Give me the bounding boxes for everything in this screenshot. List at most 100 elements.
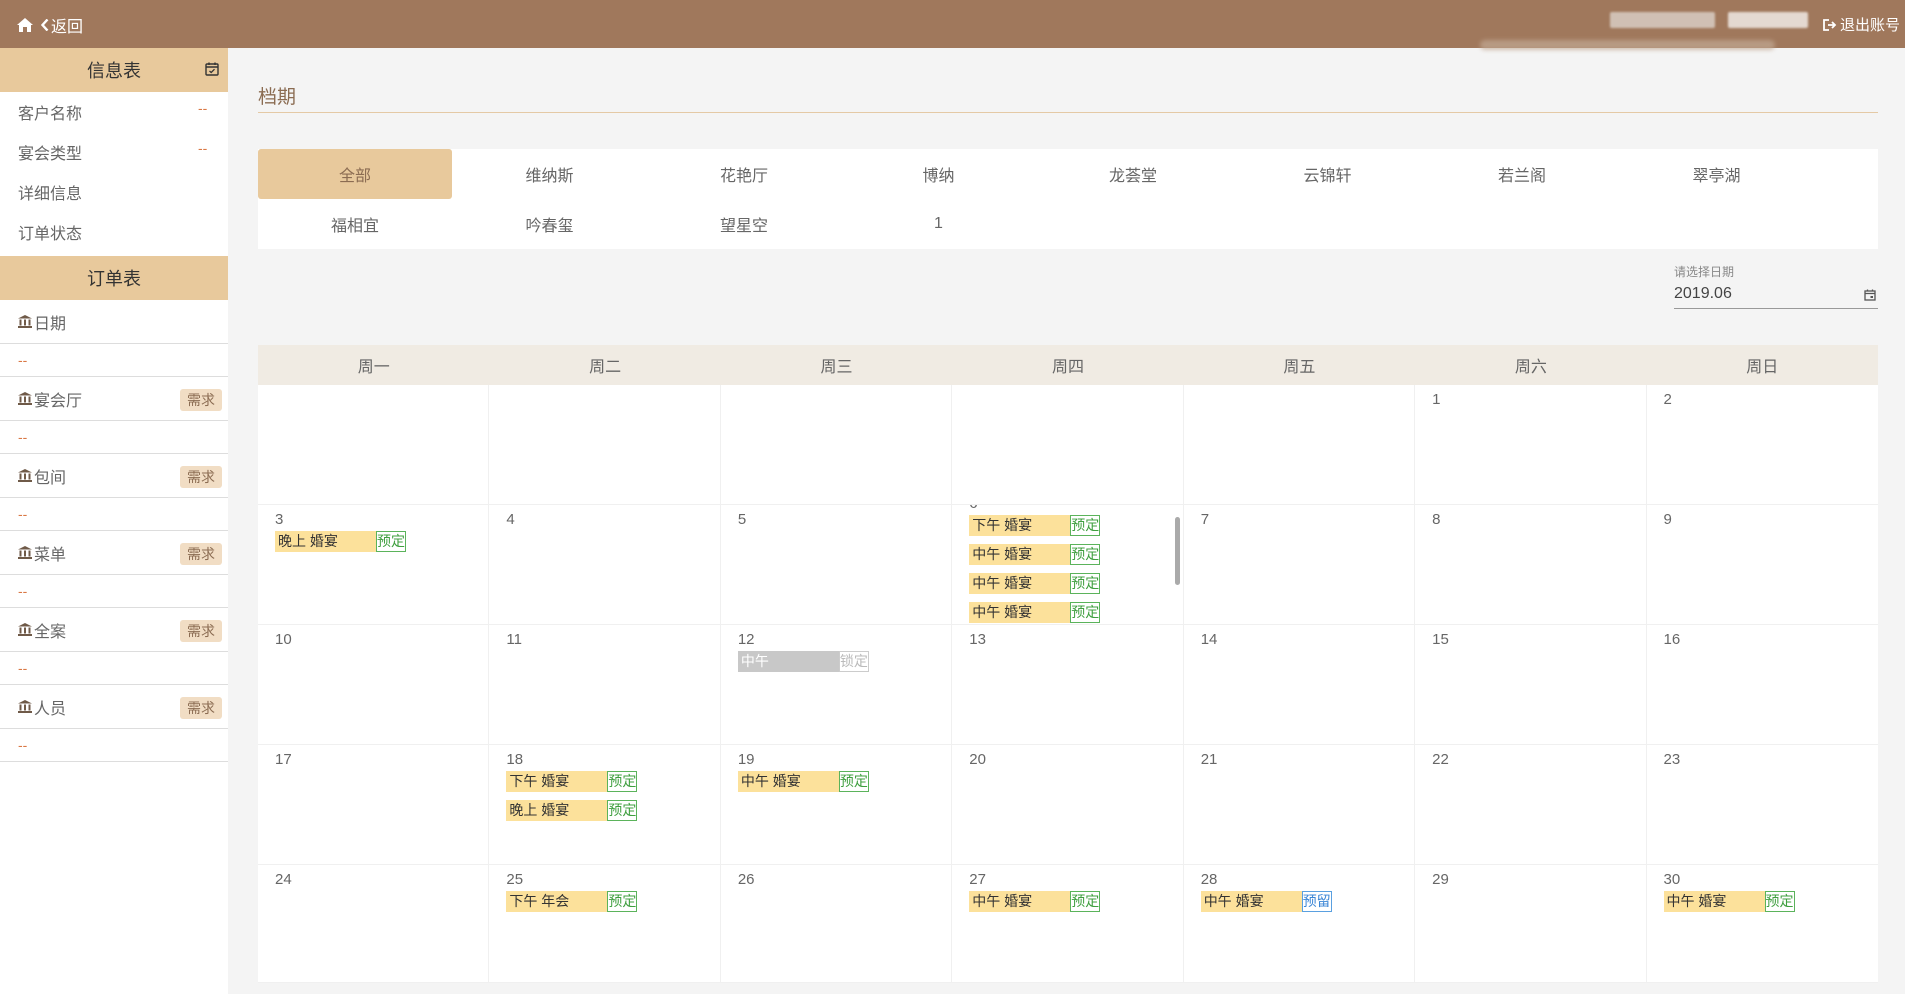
logout-button[interactable]: 退出账号 [1823, 14, 1900, 35]
calendar-day[interactable]: 10 [258, 625, 490, 745]
order-item[interactable]: 菜单 需求 [0, 531, 228, 575]
hall-filter-item[interactable]: 1 [842, 199, 1036, 249]
calendar-icon[interactable] [205, 62, 219, 76]
weekday-label: 周二 [589, 359, 622, 376]
logout-label[interactable]: 退出账号 [1840, 14, 1900, 35]
calendar-day[interactable] [952, 385, 1184, 505]
calendar-day[interactable]: 4 [489, 505, 721, 625]
calendar-day[interactable]: 1 [1415, 385, 1647, 505]
order-item[interactable]: 日期 [0, 300, 228, 344]
hall-filter-item[interactable]: 龙荟堂 [1036, 149, 1230, 199]
calendar-day[interactable]: 3 晚上 婚宴 预定 [258, 505, 490, 625]
calendar-day[interactable]: 29 [1415, 865, 1647, 983]
booking-status-tag[interactable]: 预定 [607, 800, 638, 821]
calendar-day[interactable]: 24 [258, 865, 490, 983]
hall-filter-item[interactable]: 福相宜 [258, 199, 452, 249]
calendar-day[interactable] [720, 385, 953, 505]
back-label[interactable]: 返回 [51, 13, 83, 37]
back-link[interactable]: 返回 [17, 13, 83, 37]
hall-filter-item[interactable]: 吟春玺 [453, 199, 647, 249]
hall-filter-item[interactable]: 维纳斯 [453, 149, 647, 199]
calendar-day[interactable]: 27 中午 婚宴 预定 [952, 865, 1184, 983]
booking-event[interactable]: 下午 婚宴 预定 [969, 515, 1101, 536]
day-number: 18 [506, 751, 524, 768]
info-item-customer-name[interactable]: 客户名称 -- [0, 92, 228, 132]
booking-event[interactable]: 中午 婚宴 预定 [1663, 891, 1795, 912]
calendar-day[interactable]: 26 [720, 865, 953, 983]
booking-status-tag[interactable]: 预定 [607, 891, 638, 912]
booking-event[interactable]: 中午 婚宴 预定 [969, 602, 1101, 623]
booking-status-tag[interactable]: 预定 [1764, 891, 1795, 912]
hall-filter-item[interactable]: 若兰阁 [1425, 149, 1619, 199]
requirement-badge[interactable]: 需求 [180, 543, 222, 565]
booking-event[interactable]: 中午 婚宴 预定 [969, 544, 1101, 565]
calendar-day[interactable]: 9 [1646, 505, 1878, 625]
date-picker[interactable]: 请选择日期 2019.06 [1674, 263, 1878, 309]
booking-status-tag[interactable]: 预定 [838, 771, 869, 792]
calendar-day[interactable]: 17 [258, 745, 490, 865]
booking-event[interactable]: 中午 婚宴 预定 [969, 891, 1101, 912]
calendar-day[interactable]: 16 [1646, 625, 1878, 745]
requirement-badge[interactable]: 需求 [180, 466, 222, 488]
hall-filter-item[interactable]: 博纳 [842, 149, 1036, 199]
order-item[interactable]: 人员 需求 [0, 685, 228, 729]
home-icon[interactable] [17, 18, 33, 32]
calendar-day[interactable] [258, 385, 490, 505]
booking-event[interactable]: 晚上 婚宴 预定 [506, 800, 638, 821]
booking-status-tag[interactable]: 锁定 [838, 651, 869, 672]
requirement-badge[interactable]: 需求 [180, 697, 222, 719]
calendar-day[interactable]: 18 下午 婚宴 预定 晚上 婚宴 预定 [489, 745, 721, 865]
calendar-day[interactable]: 23 [1646, 745, 1878, 865]
order-item[interactable]: 包间 需求 [0, 454, 228, 498]
booking-status-tag[interactable]: 预定 [1070, 891, 1101, 912]
calendar-day[interactable]: 25 下午 年会 预定 [489, 865, 721, 983]
booking-status-tag[interactable]: 预定 [1070, 573, 1101, 594]
booking-event[interactable]: 中午 锁定 [737, 651, 869, 672]
booking-status-tag[interactable]: 预定 [1070, 602, 1101, 623]
hall-filter-item[interactable]: 云锦轩 [1231, 149, 1425, 199]
calendar-day[interactable]: 19 中午 婚宴 预定 [720, 745, 953, 865]
calendar-day[interactable]: 22 [1415, 745, 1647, 865]
booking-event[interactable]: 中午 婚宴 预定 [969, 573, 1101, 594]
calendar-day[interactable]: 8 [1415, 505, 1647, 625]
order-item[interactable]: 全案 需求 [0, 608, 228, 652]
calendar-day[interactable]: 21 [1183, 745, 1416, 865]
hall-filter-item[interactable]: 翠亭湖 [1620, 149, 1814, 199]
calendar-day[interactable] [489, 385, 721, 505]
hall-filter-item[interactable]: 全部 [258, 149, 452, 199]
calendar-day[interactable]: 30 中午 婚宴 预定 [1646, 865, 1878, 983]
booking-event[interactable]: 中午 婚宴 预定 [737, 771, 869, 792]
info-item-details[interactable]: 详细信息 [0, 172, 228, 212]
calendar-day[interactable]: 5 [720, 505, 953, 625]
calendar-icon[interactable] [1864, 289, 1876, 301]
booking-status-tag[interactable]: 预留 [1301, 891, 1332, 912]
booking-event[interactable]: 晚上 婚宴 预定 [275, 531, 406, 552]
booking-event[interactable]: 下午 婚宴 预定 [506, 771, 638, 792]
calendar-day[interactable]: 28 中午 婚宴 预留 [1183, 865, 1416, 983]
calendar-day[interactable]: 7 [1183, 505, 1416, 625]
calendar-day[interactable]: 20 [952, 745, 1184, 865]
day-scrollbar[interactable] [1175, 517, 1180, 585]
booking-status-tag[interactable]: 预定 [607, 771, 638, 792]
date-input[interactable]: 2019.06 [1674, 285, 1878, 309]
hall-filter-item[interactable]: 望星空 [647, 199, 841, 249]
booking-status-tag[interactable]: 预定 [376, 531, 406, 552]
booking-status-tag[interactable]: 预定 [1070, 544, 1101, 565]
info-item-banquet-type[interactable]: 宴会类型 -- [0, 132, 228, 172]
calendar-day[interactable]: 6下午 婚宴预定中午 婚宴预定中午 婚宴预定中午 婚宴预定 [952, 505, 1184, 625]
requirement-badge[interactable]: 需求 [180, 389, 222, 411]
hall-filter-item[interactable]: 花艳厅 [647, 149, 841, 199]
calendar-day[interactable]: 13 [952, 625, 1184, 745]
requirement-badge[interactable]: 需求 [180, 620, 222, 642]
calendar-day[interactable]: 14 [1183, 625, 1416, 745]
calendar-day[interactable] [1183, 385, 1416, 505]
calendar-day[interactable]: 2 [1646, 385, 1878, 505]
calendar-day[interactable]: 15 [1415, 625, 1647, 745]
order-item[interactable]: 宴会厅 需求 [0, 377, 228, 421]
booking-event[interactable]: 中午 婚宴 预留 [1200, 891, 1332, 912]
calendar-day[interactable]: 12 中午 锁定 [720, 625, 953, 745]
info-item-order-status[interactable]: 订单状态 [0, 212, 228, 252]
booking-event[interactable]: 下午 年会 预定 [506, 891, 638, 912]
calendar-day[interactable]: 11 [489, 625, 721, 745]
booking-status-tag[interactable]: 预定 [1070, 515, 1101, 536]
